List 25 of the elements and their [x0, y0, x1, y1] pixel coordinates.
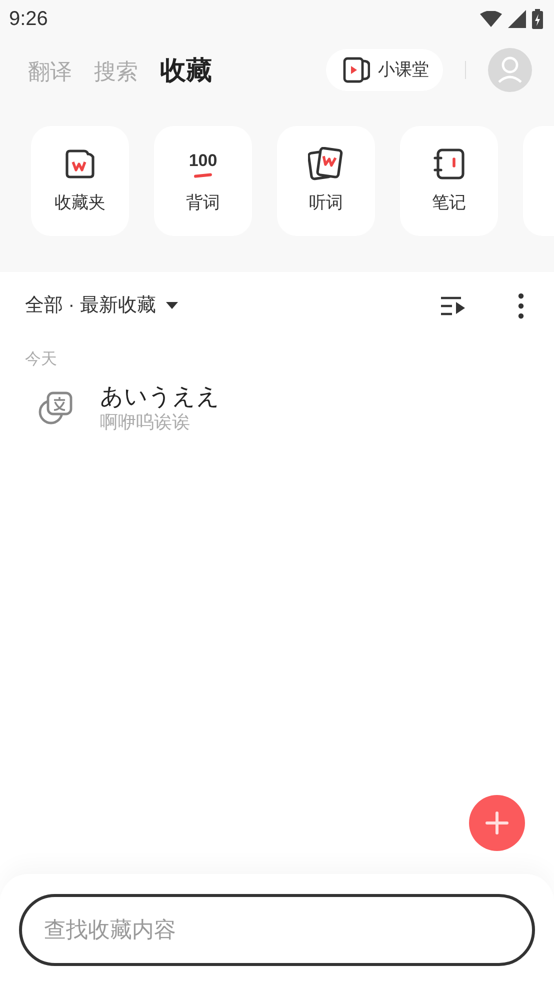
- shortcut-card[interactable]: 笔记: [400, 126, 498, 236]
- cards-icon: [308, 147, 344, 182]
- word-text: あいうええ: [100, 382, 220, 410]
- shortcut-card[interactable]: 听词: [277, 126, 375, 236]
- plus-icon: [485, 811, 509, 835]
- wifi-icon: [480, 11, 502, 27]
- class-button[interactable]: 小课堂: [326, 49, 443, 91]
- search-field[interactable]: 查找收藏内容: [19, 894, 535, 966]
- signal-icon: [508, 10, 526, 28]
- folder-icon: [64, 148, 96, 180]
- translation-text: 啊咿呜诶诶: [100, 411, 191, 434]
- translate-icon: [38, 391, 74, 425]
- caret-icon: [166, 302, 178, 310]
- battery-icon: [532, 9, 543, 29]
- favorite-item[interactable]: あいうええ 啊咿呜诶诶: [0, 372, 554, 438]
- shortcut-card[interactable]: 收藏夹: [31, 126, 129, 236]
- notebook-icon: [433, 148, 465, 180]
- section-heading: 今天: [24, 350, 58, 370]
- tab[interactable]: 收藏: [160, 50, 212, 90]
- filter-dropdown[interactable]: 全部 · 最新收藏: [25, 292, 178, 320]
- more-icon[interactable]: [518, 293, 524, 319]
- video-icon: [343, 57, 370, 83]
- status-time: 9:26: [9, 7, 48, 32]
- playlist-icon[interactable]: [441, 296, 465, 316]
- shortcut-card[interactable]: 100 背词: [154, 126, 252, 236]
